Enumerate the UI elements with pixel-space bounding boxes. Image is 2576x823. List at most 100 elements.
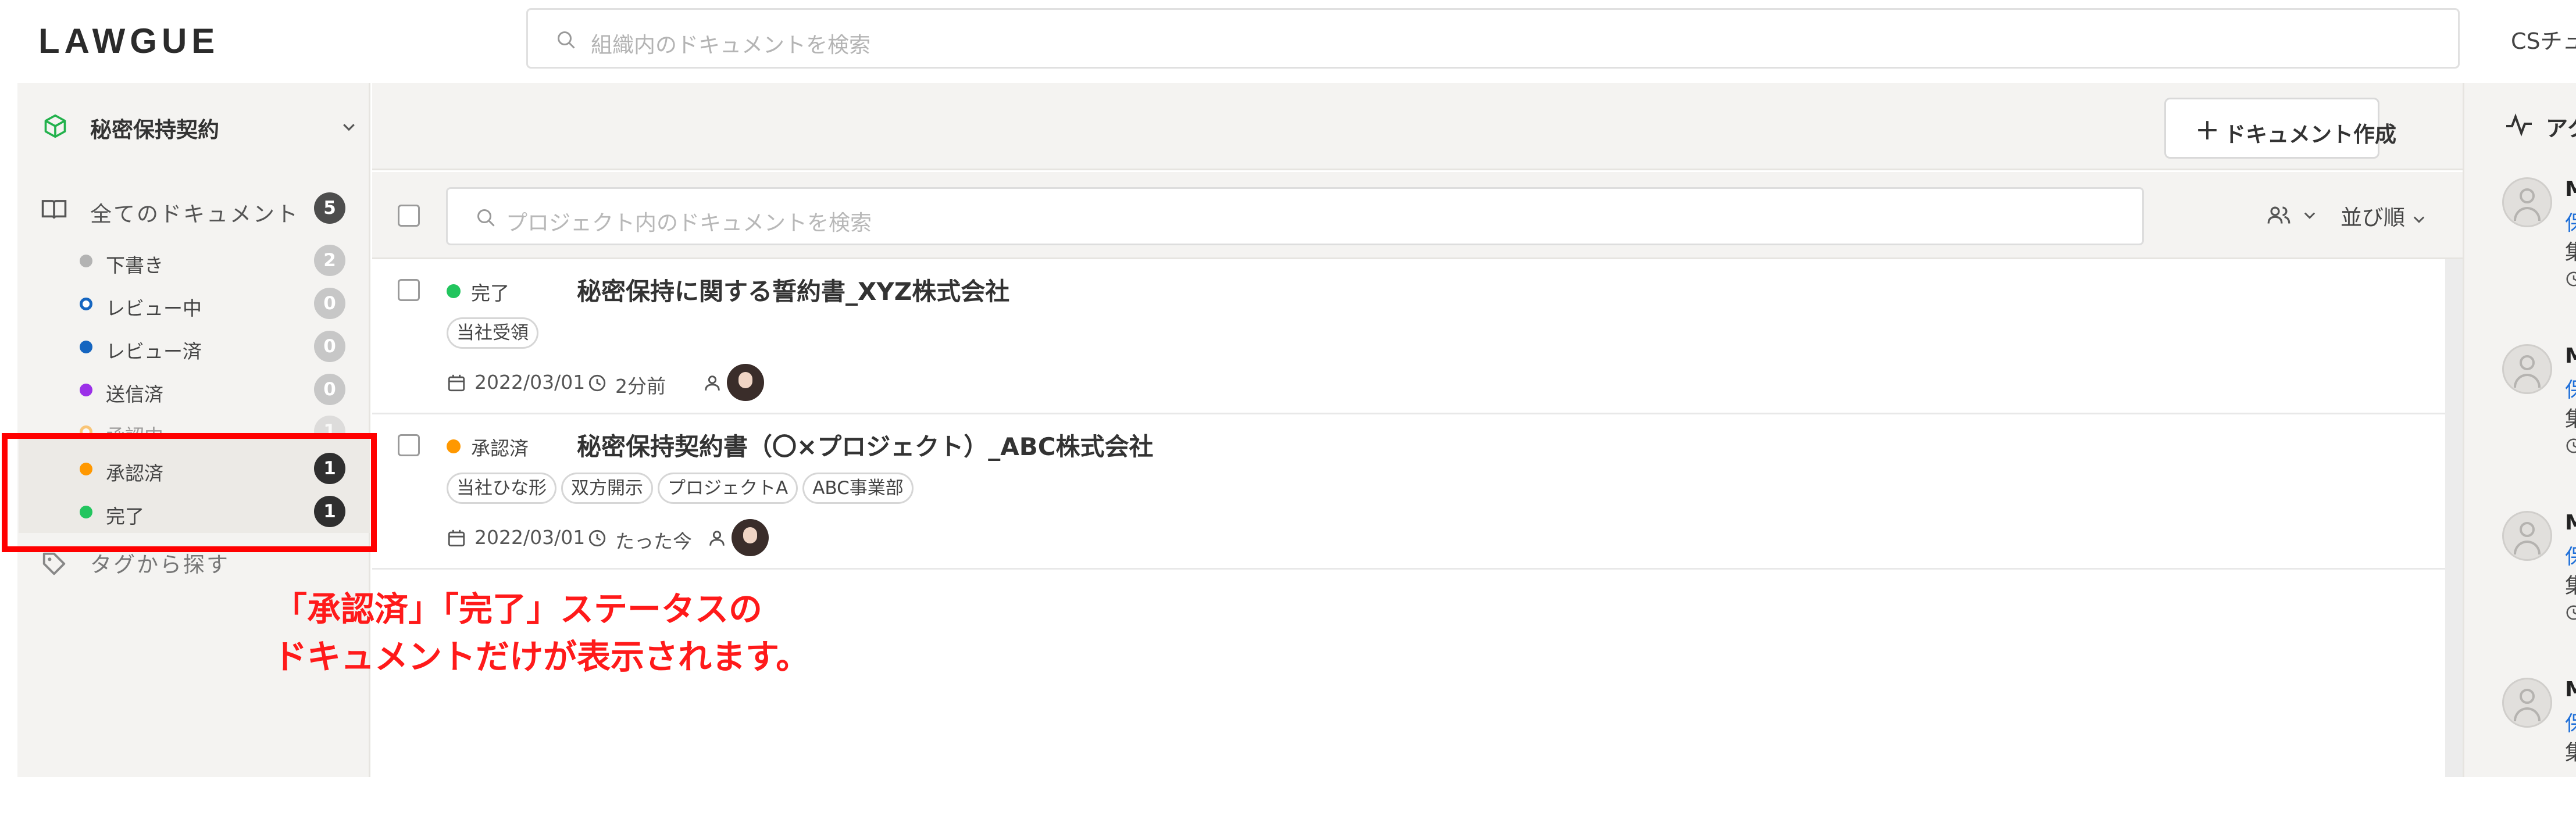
document-row[interactable]: 承認済 秘密保持契約書（〇×プロジェクト）_ABC株式会社 当社ひな形 双方開示プ… <box>372 414 2445 570</box>
annotation-highlight-box <box>2 433 377 552</box>
status-label: レビュー中 <box>106 297 202 320</box>
search-icon <box>558 31 575 49</box>
user-icon <box>709 531 725 546</box>
activity-item[interactable]: M 保 集 <box>2502 344 2576 489</box>
sidebar-item-reviewed[interactable]: レビュー済 0 <box>17 325 369 368</box>
clock-icon <box>2566 438 2576 453</box>
count-badge: 0 <box>314 288 345 319</box>
calendar-icon <box>448 529 465 547</box>
status-dot <box>80 298 92 310</box>
row-checkbox[interactable] <box>398 279 420 301</box>
activity-text: 集 <box>2565 741 2576 765</box>
document-date: 2022/03/01 <box>474 526 586 549</box>
activity-link[interactable]: 保 <box>2565 373 2576 403</box>
activity-link[interactable]: 保 <box>2565 707 2576 737</box>
activity-icon <box>2506 113 2532 137</box>
activity-text: 集 <box>2565 407 2576 431</box>
app-logo[interactable]: LAWGUE <box>38 21 219 61</box>
assignee-avatar[interactable] <box>732 519 769 556</box>
document-status: 承認済 <box>471 437 529 460</box>
top-header: LAWGUE 組織内のドキュメントを検索 CSチュ <box>0 0 2576 81</box>
count-badge: 1 <box>314 416 345 435</box>
tag-chip[interactable]: プロジェクトA <box>658 473 798 504</box>
users-icon <box>2267 206 2290 224</box>
project-search-input[interactable]: プロジェクト内のドキュメントを検索 <box>446 187 2144 245</box>
status-label: 送信済 <box>106 383 163 406</box>
assignee-avatar[interactable] <box>727 364 764 401</box>
cube-icon <box>44 114 66 138</box>
activity-user: M <box>2565 177 2576 201</box>
status-label: レビュー済 <box>106 340 202 363</box>
search-icon <box>477 209 495 227</box>
document-updated: たった今 <box>615 530 692 553</box>
clock-icon <box>588 529 606 547</box>
project-search-placeholder: プロジェクト内のドキュメントを検索 <box>506 210 872 235</box>
status-label: 下書き <box>106 254 163 277</box>
tag-chip[interactable]: 双方開示 <box>561 473 653 504</box>
status-dot <box>447 439 461 453</box>
clock-icon <box>2566 605 2576 620</box>
document-tags: 当社受領 <box>447 317 543 352</box>
create-document-button[interactable]: ドキュメント作成 <box>2164 98 2396 159</box>
document-date: 2022/03/01 <box>474 371 586 393</box>
tag-chip[interactable]: 当社受領 <box>447 317 538 349</box>
create-document-label: ドキュメント作成 <box>2224 122 2396 147</box>
activity-panel: アク M 保 集 M 保 集 M 保 集 M 保 集 <box>2463 83 2576 777</box>
chevron-down-icon <box>343 124 355 131</box>
user-avatar-icon <box>2502 344 2552 394</box>
annotation-text: 「承認済」「完了」ステータスの ドキュメントだけが表示されます。 <box>273 585 809 681</box>
sort-dropdown[interactable]: 並び順 <box>2340 200 2427 231</box>
sidebar-item-pending-approval[interactable]: 承認中 1 <box>17 410 369 435</box>
activity-user: M <box>2565 511 2576 535</box>
chevron-down-icon <box>2304 212 2315 219</box>
scrollbar[interactable] <box>2445 259 2463 777</box>
sidebar-item-in-review[interactable]: レビュー中 0 <box>17 282 369 325</box>
annotation-line: ドキュメントだけが表示されます。 <box>273 637 810 677</box>
global-search-input[interactable]: 組織内のドキュメントを検索 <box>526 8 2460 69</box>
user-avatar-icon <box>2502 511 2552 561</box>
status-dot <box>80 384 92 396</box>
sidebar-item-all-documents[interactable]: 全てのドキュメント 5 <box>17 185 369 231</box>
activity-link[interactable]: 保 <box>2565 206 2576 237</box>
activity-link[interactable]: 保 <box>2565 540 2576 570</box>
activity-item[interactable]: M 保 集 <box>2502 678 2576 823</box>
clock-icon <box>2566 271 2576 287</box>
user-menu[interactable]: CSチュ <box>2511 23 2576 55</box>
user-icon <box>705 375 720 391</box>
clock-icon <box>588 374 606 392</box>
activity-text: 集 <box>2565 574 2576 598</box>
status-dot <box>447 284 461 298</box>
project-selector[interactable]: 秘密保持契約 <box>17 83 369 170</box>
document-row[interactable]: 完了 秘密保持に関する誓約書_XYZ株式会社 当社受領 2022/03/01 2… <box>372 259 2445 414</box>
sidebar-item-label: 全てのドキュメント <box>90 202 299 227</box>
main-toolbar: ドキュメント作成 <box>372 83 2463 170</box>
project-name: 秘密保持契約 <box>90 117 219 142</box>
sidebar-item-sent[interactable]: 送信済 0 <box>17 368 369 411</box>
document-title[interactable]: 秘密保持に関する誓約書_XYZ株式会社 <box>577 272 1009 307</box>
user-avatar-icon <box>2502 177 2552 227</box>
activity-text: 集 <box>2565 241 2576 264</box>
book-icon <box>41 200 67 219</box>
count-badge: 2 <box>314 245 345 276</box>
document-tags: 当社ひな形 双方開示 プロジェクトA ABC事業部 <box>447 473 918 507</box>
global-search-placeholder: 組織内のドキュメントを検索 <box>591 33 870 58</box>
document-updated: 2分前 <box>615 375 666 398</box>
count-badge: 5 <box>314 192 345 224</box>
row-checkbox[interactable] <box>398 434 420 456</box>
count-badge: 0 <box>314 374 345 405</box>
annotation-line: 「承認済」「完了」ステータスの <box>273 589 763 629</box>
activity-item[interactable]: M 保 集 <box>2502 511 2576 656</box>
tag-icon <box>42 552 66 575</box>
sidebar-item-draft[interactable]: 下書き 2 <box>17 239 369 282</box>
member-filter-dropdown[interactable] <box>2267 201 2325 230</box>
plus-icon <box>2198 121 2217 139</box>
tag-chip[interactable]: 当社ひな形 <box>447 473 556 504</box>
document-title[interactable]: 秘密保持契約書（〇×プロジェクト）_ABC株式会社 <box>577 427 1154 463</box>
tag-chip[interactable]: ABC事業部 <box>802 473 914 504</box>
calendar-icon <box>448 374 465 392</box>
activity-user: M <box>2565 678 2576 702</box>
status-dot <box>80 255 92 267</box>
select-all-checkbox[interactable] <box>398 205 420 227</box>
activity-item[interactable]: M 保 集 <box>2502 177 2576 323</box>
document-status: 完了 <box>471 282 509 305</box>
